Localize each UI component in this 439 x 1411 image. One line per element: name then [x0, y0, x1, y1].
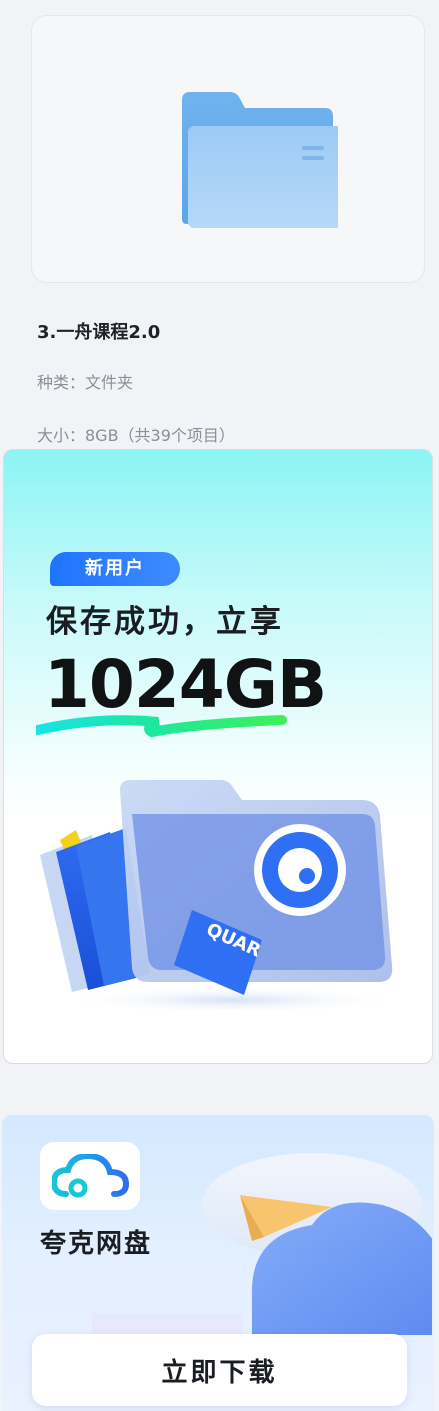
promo-headline: 保存成功，立享	[46, 604, 284, 640]
app-name: 夸克网盘	[40, 1229, 153, 1259]
file-type: 种类：文件夹	[37, 373, 134, 392]
promo-banner[interactable]: 新用户 保存成功，立享 1024GB QUAR	[3, 449, 433, 1064]
underline-stroke-icon	[36, 715, 287, 738]
page: 3.一舟课程2.0 种类：文件夹 大小：8GB（共39个项目） 新用户 保存成功…	[0, 0, 439, 1411]
folder-illustration-icon: QUAR	[40, 780, 402, 1010]
download-button[interactable]: 立即下载	[32, 1334, 407, 1406]
file-size: 大小：8GB（共39个项目）	[37, 426, 235, 445]
folder-icon	[182, 92, 338, 228]
download-banner[interactable]: 夸克网盘 立即下载	[2, 1115, 434, 1411]
cloud-icon	[52, 1154, 130, 1198]
new-user-badge: 新用户	[50, 552, 180, 586]
file-preview-card[interactable]	[31, 15, 425, 283]
app-logo	[40, 1142, 140, 1210]
file-name: 3.一舟课程2.0	[37, 322, 161, 343]
